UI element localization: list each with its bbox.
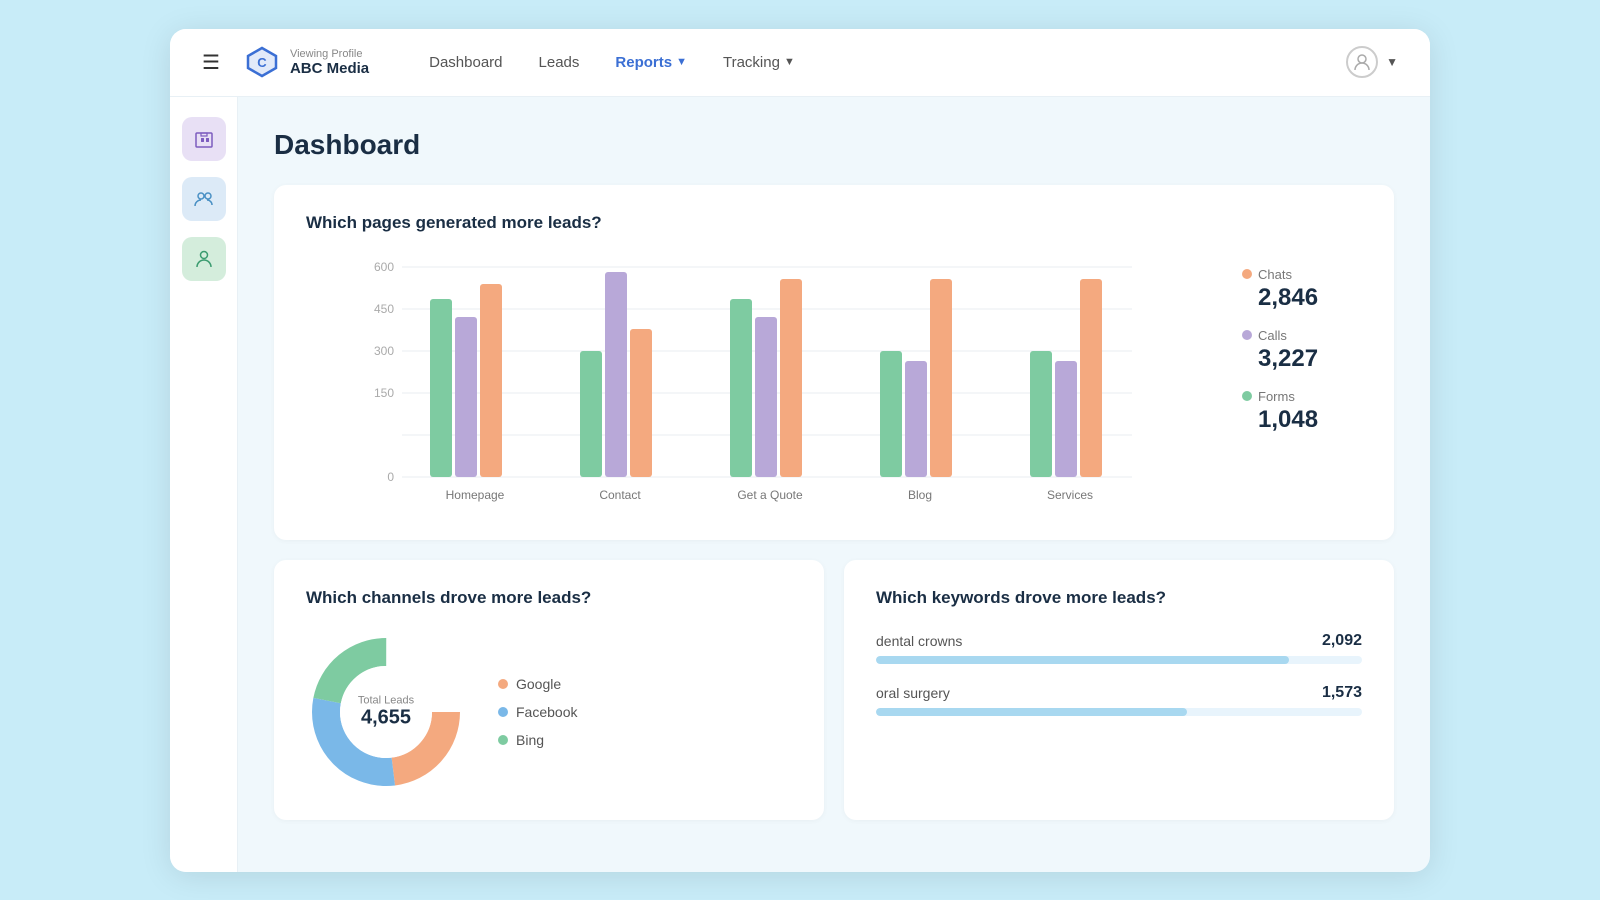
users-icon (193, 188, 215, 210)
channel-facebook: Facebook (498, 704, 577, 720)
hamburger-menu[interactable]: ☰ (202, 50, 220, 75)
sidebar (170, 97, 238, 872)
donut-center: Total Leads 4,655 (358, 694, 414, 729)
keywords-title: Which keywords drove more leads? (876, 588, 1362, 608)
legend-calls: Calls 3,227 (1242, 328, 1362, 373)
donut-container: Total Leads 4,655 Google Faceboo (306, 632, 792, 792)
nav-links: Dashboard Leads Reports ▼ Tracking ▼ (429, 54, 1346, 71)
user-dropdown-arrow[interactable]: ▼ (1386, 55, 1398, 69)
brand-name: ABC Media (290, 60, 369, 77)
nav-leads[interactable]: Leads (539, 54, 580, 71)
page-title: Dashboard (274, 129, 1394, 161)
leads-by-page-card: Which pages generated more leads? 600 (274, 185, 1394, 540)
keyword-name-1: oral surgery (876, 685, 950, 701)
keyword-bar-fill-1 (876, 708, 1187, 716)
chevron-down-icon: ▼ (676, 56, 687, 68)
svg-text:450: 450 (374, 302, 394, 316)
nav-tracking[interactable]: Tracking ▼ (723, 54, 795, 71)
chats-dot (1242, 269, 1252, 279)
channels-title: Which channels drove more leads? (306, 588, 792, 608)
svg-text:Blog: Blog (908, 488, 932, 502)
facebook-dot (498, 707, 508, 717)
forms-dot (1242, 391, 1252, 401)
chevron-down-icon: ▼ (784, 56, 795, 68)
main-layout: Dashboard Which pages generated more lea… (170, 97, 1430, 872)
bing-label: Bing (516, 732, 544, 748)
forms-value: 1,048 (1258, 406, 1362, 434)
donut-label: Total Leads (358, 694, 414, 706)
keyword-count-1: 1,573 (1322, 684, 1362, 702)
calls-dot (1242, 330, 1252, 340)
svg-text:150: 150 (374, 386, 394, 400)
donut-value: 4,655 (358, 706, 414, 729)
building-icon (193, 128, 215, 150)
svg-text:Get a Quote: Get a Quote (737, 488, 803, 502)
brand-subtitle: Viewing Profile (290, 48, 369, 60)
channel-google: Google (498, 676, 577, 692)
calls-label: Calls (1258, 328, 1287, 343)
leads-by-page-title: Which pages generated more leads? (306, 213, 1362, 233)
sidebar-item-users[interactable] (182, 177, 226, 221)
google-label: Google (516, 676, 561, 692)
svg-text:Services: Services (1047, 488, 1093, 502)
keywords-card: Which keywords drove more leads? dental … (844, 560, 1394, 820)
chats-label: Chats (1258, 267, 1292, 282)
person-icon (193, 248, 215, 270)
keyword-row-0: dental crowns 2,092 (876, 632, 1362, 664)
sidebar-item-person[interactable] (182, 237, 226, 281)
legend-forms: Forms 1,048 (1242, 389, 1362, 434)
donut-chart: Total Leads 4,655 (306, 632, 466, 792)
calls-value: 3,227 (1258, 345, 1362, 373)
legend-chats: Chats 2,846 (1242, 267, 1362, 312)
brand: C Viewing Profile ABC Media (244, 44, 369, 80)
svg-text:C: C (257, 55, 267, 70)
svg-text:0: 0 (387, 470, 394, 484)
keyword-bar-fill-0 (876, 656, 1289, 664)
keyword-row-1: oral surgery 1,573 (876, 684, 1362, 716)
chats-value: 2,846 (1258, 284, 1362, 312)
svg-text:Homepage: Homepage (446, 488, 505, 502)
keyword-bar-bg-0 (876, 656, 1362, 664)
nav-right: ▼ (1346, 46, 1398, 78)
bing-dot (498, 735, 508, 745)
bar-chart-area: 600 450 300 150 0 Homepage (306, 257, 1218, 512)
bottom-row: Which channels drove more leads? (274, 560, 1394, 840)
chart-legend: Chats 2,846 Calls 3,227 (1242, 257, 1362, 434)
google-dot (498, 679, 508, 689)
brand-logo-icon: C (244, 44, 280, 80)
svg-text:Contact: Contact (599, 488, 641, 502)
bar-chart-svg: 600 450 300 150 0 Homepage (306, 257, 1218, 507)
svg-text:600: 600 (374, 260, 394, 274)
keyword-name-0: dental crowns (876, 633, 962, 649)
facebook-label: Facebook (516, 704, 577, 720)
svg-text:300: 300 (374, 344, 394, 358)
top-nav: ☰ C Viewing Profile ABC Media Dashboard … (170, 29, 1430, 97)
channel-bing: Bing (498, 732, 577, 748)
forms-label: Forms (1258, 389, 1295, 404)
sidebar-item-building[interactable] (182, 117, 226, 161)
nav-reports[interactable]: Reports ▼ (615, 54, 687, 71)
bar-chart-container: 600 450 300 150 0 Homepage (306, 257, 1362, 512)
keyword-count-0: 2,092 (1322, 632, 1362, 650)
channel-legend: Google Facebook Bing (498, 676, 577, 748)
content-area: Dashboard Which pages generated more lea… (238, 97, 1430, 872)
channels-card: Which channels drove more leads? (274, 560, 824, 820)
user-avatar[interactable] (1346, 46, 1378, 78)
keyword-bar-bg-1 (876, 708, 1362, 716)
nav-dashboard[interactable]: Dashboard (429, 54, 502, 71)
